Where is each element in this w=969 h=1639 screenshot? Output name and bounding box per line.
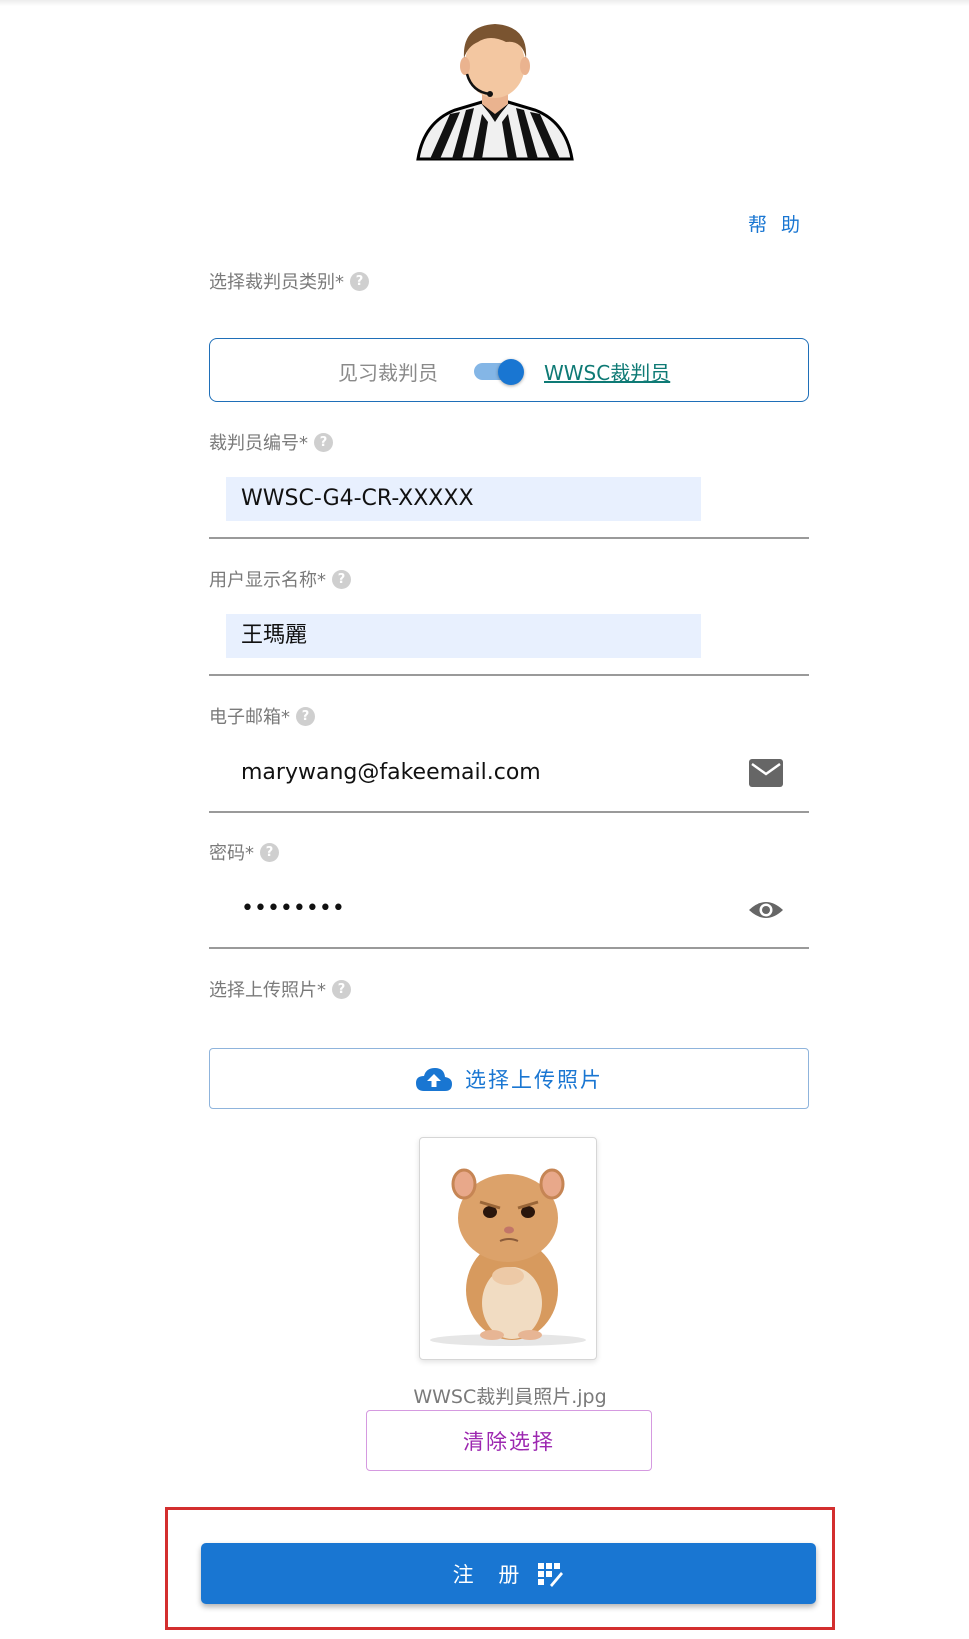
referee-avatar <box>416 24 574 161</box>
hamster-photo <box>430 1168 586 1346</box>
register-label: 注 册 <box>452 1562 529 1587</box>
help-link[interactable]: 帮 助 <box>748 210 804 237</box>
email-label: 电子邮箱* ? <box>209 703 315 729</box>
cloud-upload-icon <box>416 1067 452 1091</box>
referee-type-option-wwsc[interactable]: WWSC裁判员 <box>544 357 670 386</box>
email-underline <box>209 811 809 813</box>
referee-type-selector: 见习裁判员 WWSC裁判员 <box>209 338 809 402</box>
clear-selection-button[interactable]: 清除选择 <box>366 1410 652 1471</box>
display-name-label-text: 用户显示名称* <box>209 570 326 591</box>
top-shadow <box>0 0 969 6</box>
question-circle-icon[interactable]: ? <box>350 271 369 291</box>
password-label-text: 密码* <box>209 843 254 864</box>
photo-label: 选择上传照片* ? <box>209 976 351 1002</box>
email-label-text: 电子邮箱* <box>209 707 290 728</box>
question-circle-icon[interactable]: ? <box>314 432 333 452</box>
question-circle-icon[interactable]: ? <box>332 569 351 589</box>
referee-id-underline <box>209 537 809 539</box>
eye-icon[interactable] <box>748 895 784 925</box>
register-icon <box>538 1562 564 1587</box>
question-circle-icon[interactable]: ? <box>332 979 351 999</box>
question-circle-icon[interactable]: ? <box>296 706 315 726</box>
referee-type-label-text: 选择裁判员类别* <box>209 272 344 293</box>
photo-label-text: 选择上传照片* <box>209 980 326 1001</box>
password-input[interactable]: •••••••• <box>226 887 716 931</box>
register-button[interactable]: 注 册 <box>201 1543 816 1604</box>
upload-photo-button[interactable]: 选择上传照片 <box>209 1048 809 1109</box>
envelope-icon <box>749 759 783 787</box>
email-input[interactable]: marywang@fakeemail.com <box>226 751 716 795</box>
upload-photo-label: 选择上传照片 <box>465 1067 603 1092</box>
display-name-underline <box>209 674 809 676</box>
referee-type-toggle[interactable] <box>474 359 526 385</box>
referee-type-label: 选择裁判员类别* ? <box>209 268 369 294</box>
display-name-label: 用户显示名称* ? <box>209 566 351 592</box>
photo-preview <box>419 1137 597 1360</box>
password-label: 密码* ? <box>209 839 279 865</box>
referee-id-label: 裁判员编号* ? <box>209 429 333 455</box>
password-underline <box>209 947 809 949</box>
display-name-input[interactable]: 王瑪麗 <box>226 614 701 658</box>
referee-id-label-text: 裁判员编号* <box>209 433 308 454</box>
referee-id-input[interactable]: WWSC-G4-CR-XXXXX <box>226 477 701 521</box>
referee-type-option-trainee[interactable]: 见习裁判员 <box>338 357 438 386</box>
toggle-thumb <box>498 359 524 385</box>
question-circle-icon[interactable]: ? <box>260 842 279 862</box>
photo-file-name: WWSC裁判員照片.jpg <box>413 1386 607 1408</box>
